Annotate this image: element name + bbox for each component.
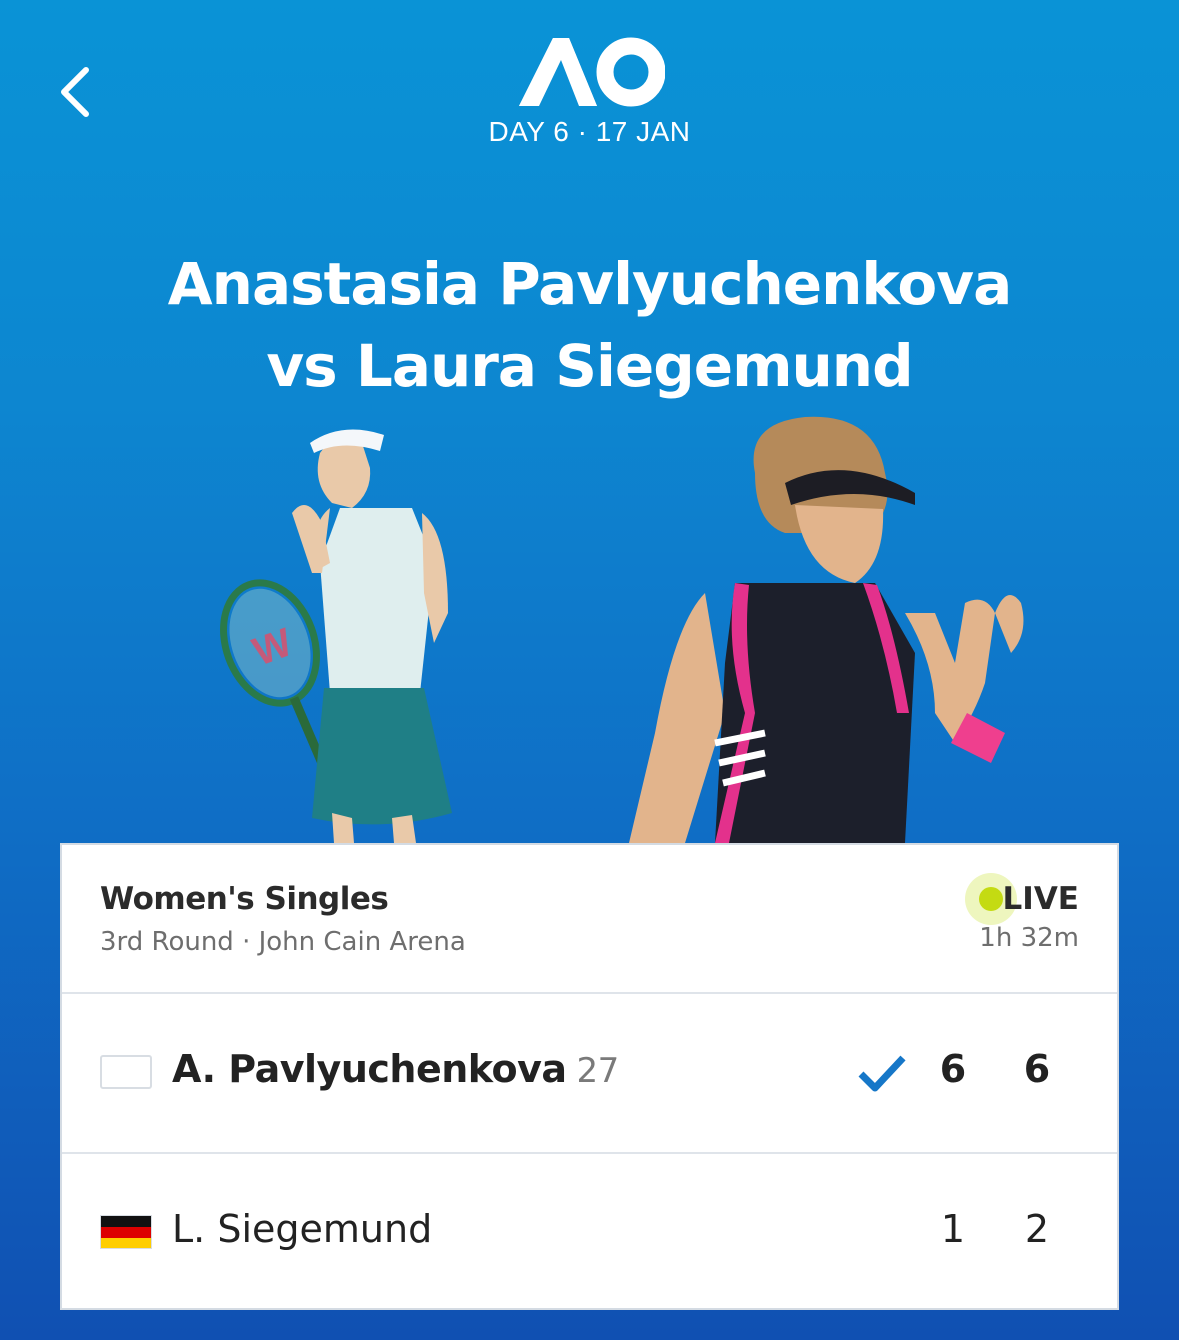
ao-logo — [0, 34, 1179, 114]
day-date-label: DAY 6 · 17 JAN — [488, 116, 691, 147]
match-info-header: Women's Singles 3rd Round · John Cain Ar… — [62, 845, 1117, 994]
player-2-name: L. Siegemund — [172, 1207, 433, 1251]
event-name: Women's Singles — [100, 881, 389, 917]
match-title: Anastasia Pavlyuchenkova vs Laura Siegem… — [60, 243, 1119, 407]
player2-photo — [629, 416, 1024, 843]
set-2-score: 6 — [1023, 1047, 1051, 1091]
player-1-name: A. Pavlyuchenkova — [172, 1047, 567, 1091]
player-1-seed: 27 — [576, 1051, 620, 1091]
match-title-line1: Anastasia Pavlyuchenkova — [167, 250, 1012, 318]
set-1-score: 6 — [939, 1047, 967, 1091]
player-row-2[interactable]: L. Siegemund 1 2 — [62, 1152, 1117, 1312]
player-name: A. Pavlyuchenkova 27 — [172, 1047, 619, 1091]
set-1-score: 1 — [940, 1207, 966, 1251]
round-venue: 3rd Round · John Cain Arena — [100, 927, 466, 957]
match-title-line2: vs Laura Siegemund — [266, 332, 913, 400]
player1-photo: W — [220, 429, 452, 843]
player-row-1[interactable]: A. Pavlyuchenkova 27 6 6 — [62, 994, 1117, 1152]
germany-flag-icon — [100, 1215, 152, 1249]
flag-blank-icon — [100, 1055, 152, 1089]
winner-check-icon — [858, 1055, 906, 1092]
live-label: LIVE — [1002, 881, 1079, 917]
match-duration: 1h 32m — [979, 923, 1079, 953]
set-2-score: 2 — [1024, 1207, 1050, 1251]
match-score-card[interactable]: Women's Singles 3rd Round · John Cain Ar… — [60, 843, 1119, 1310]
live-status: LIVE 1h 32m — [964, 873, 1079, 953]
